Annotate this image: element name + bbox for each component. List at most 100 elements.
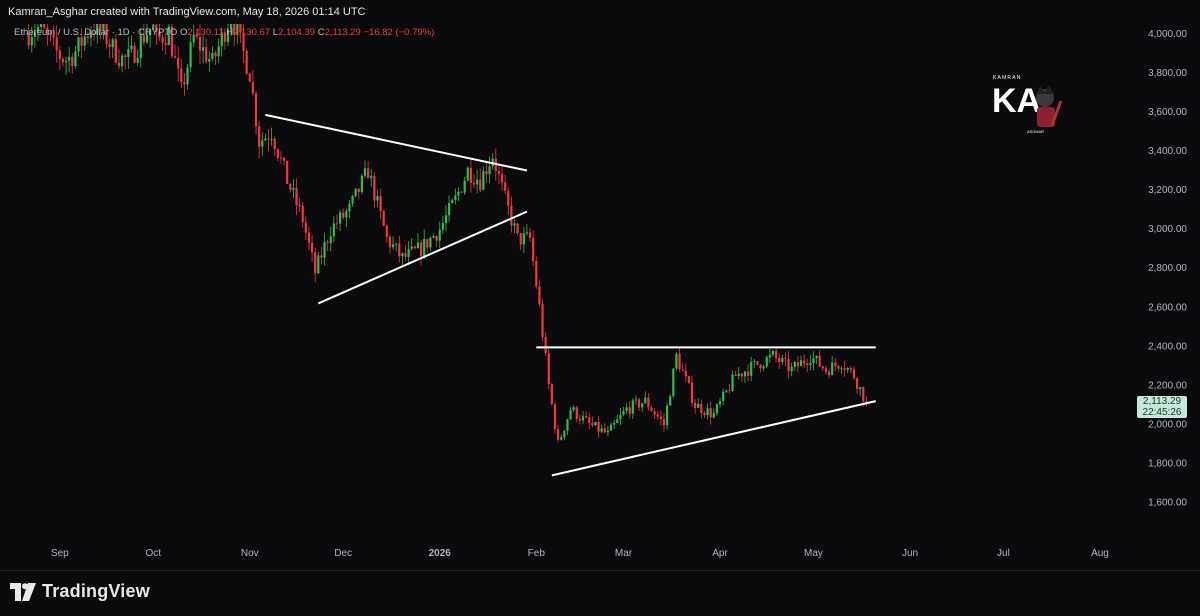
last-price-badge[interactable]: 2,113.29 22:45:26 (1137, 396, 1187, 418)
candle-body (557, 429, 560, 440)
candle-body (715, 404, 719, 414)
candle-body (448, 202, 451, 216)
candle-body (784, 358, 787, 359)
candle-body (700, 404, 703, 414)
candle-body (581, 416, 585, 421)
candle-body (485, 171, 488, 175)
candle-body (267, 138, 270, 140)
candle-body (217, 46, 220, 57)
candle-body (775, 351, 778, 358)
candle-body (205, 47, 208, 62)
tradingview-brand: TradingView (42, 581, 150, 601)
author-avatar-icon: KAMRAN KA ASGHAR (992, 75, 1063, 134)
candle-body (245, 50, 248, 74)
trendline-triangle-lower[interactable] (317, 210, 528, 305)
candle-body (756, 361, 759, 365)
candle-body (488, 166, 491, 175)
candle-body (793, 362, 796, 367)
trendline-triangle-upper[interactable] (265, 113, 528, 172)
candle-body (214, 52, 217, 57)
time-axis[interactable]: Sep Oct Nov Dec 2026 Feb Mar Apr May Jun Jul Aug (51, 548, 1109, 559)
bar-countdown: 22:45:26 (1142, 407, 1182, 418)
candle-body (416, 242, 420, 249)
attribution-text: Kamran_Asghar created with TradingView.c… (8, 6, 366, 18)
price-tick-label: 2,200.00 (1148, 380, 1187, 391)
trendlines[interactable] (265, 113, 876, 477)
candle-body (585, 416, 588, 418)
candle-body (385, 225, 388, 237)
candle-body (513, 223, 516, 226)
price-tick-label: 2,000.00 (1148, 420, 1187, 431)
candle-body (282, 157, 286, 161)
candle-body (261, 140, 264, 147)
candle-body (588, 417, 591, 424)
candle-body (500, 173, 504, 183)
candle-body (796, 362, 799, 367)
candle-body (298, 204, 301, 206)
candle-body (398, 243, 401, 257)
candle-body (64, 60, 68, 63)
candle-body (544, 337, 547, 354)
candle-body (376, 196, 379, 201)
candle-body (314, 252, 317, 274)
candle-body (516, 223, 519, 234)
candle-body (675, 353, 678, 369)
candle-body (55, 37, 58, 51)
symbol-name[interactable]: Ethereum / U.S. Dollar · 1D · CRYPTO (14, 27, 177, 38)
candle-body (373, 175, 376, 201)
candle-body (575, 407, 578, 419)
candle-body (528, 232, 532, 238)
candle-body (525, 232, 529, 234)
candle-body (616, 419, 619, 424)
candle-body (472, 182, 476, 185)
price-tick-label: 2,400.00 (1148, 341, 1187, 352)
candle-body (535, 261, 538, 287)
time-tick-label: Sep (51, 548, 69, 559)
open-value: 2,130.11 (187, 27, 224, 38)
candle-body (304, 222, 307, 233)
candle-body (254, 93, 258, 127)
price-tick-label: 3,000.00 (1148, 224, 1187, 235)
candle-body (725, 390, 728, 392)
candle-body (504, 182, 507, 191)
candle-body (765, 357, 768, 367)
candle-body (248, 73, 251, 82)
candle-body (130, 45, 133, 49)
candle-body (862, 387, 865, 402)
candle-body (734, 374, 737, 376)
last-price: 2,113.29 (1142, 396, 1182, 407)
candle-body (441, 223, 444, 230)
candle-body (80, 37, 83, 46)
candle-body (709, 408, 712, 418)
candle-body (762, 366, 765, 369)
candle-body (560, 437, 563, 440)
candle-body (538, 286, 541, 305)
candle-body (768, 354, 771, 358)
candle-body (124, 55, 127, 57)
candle-body (631, 400, 634, 414)
candle-body (198, 36, 202, 51)
tradingview-logo[interactable]: TradingView (10, 581, 150, 602)
candle-body (61, 58, 65, 63)
time-tick-label: Mar (615, 548, 633, 559)
candle-body (320, 255, 323, 258)
candle-body (379, 196, 382, 212)
candle-body (625, 407, 628, 411)
candle-body (454, 195, 457, 201)
price-tick-label: 2,600.00 (1148, 302, 1187, 313)
candle-body (286, 160, 289, 184)
price-tick-label: 2,800.00 (1148, 263, 1187, 274)
candle-body (121, 55, 124, 67)
time-tick-label: Nov (241, 548, 259, 559)
candle-body (572, 407, 575, 411)
candle-body (681, 369, 684, 371)
candle-body (208, 58, 211, 62)
price-axis[interactable]: 4,000.00 3,800.00 3,600.00 3,400.00 3,200.00… (1148, 29, 1187, 509)
candle-body (351, 195, 354, 204)
candle-body (662, 419, 666, 425)
candle-body (743, 371, 747, 377)
candle-body (740, 373, 743, 377)
time-tick-label: Apr (712, 548, 728, 559)
candle-body (382, 211, 385, 226)
candle-body (563, 430, 566, 438)
